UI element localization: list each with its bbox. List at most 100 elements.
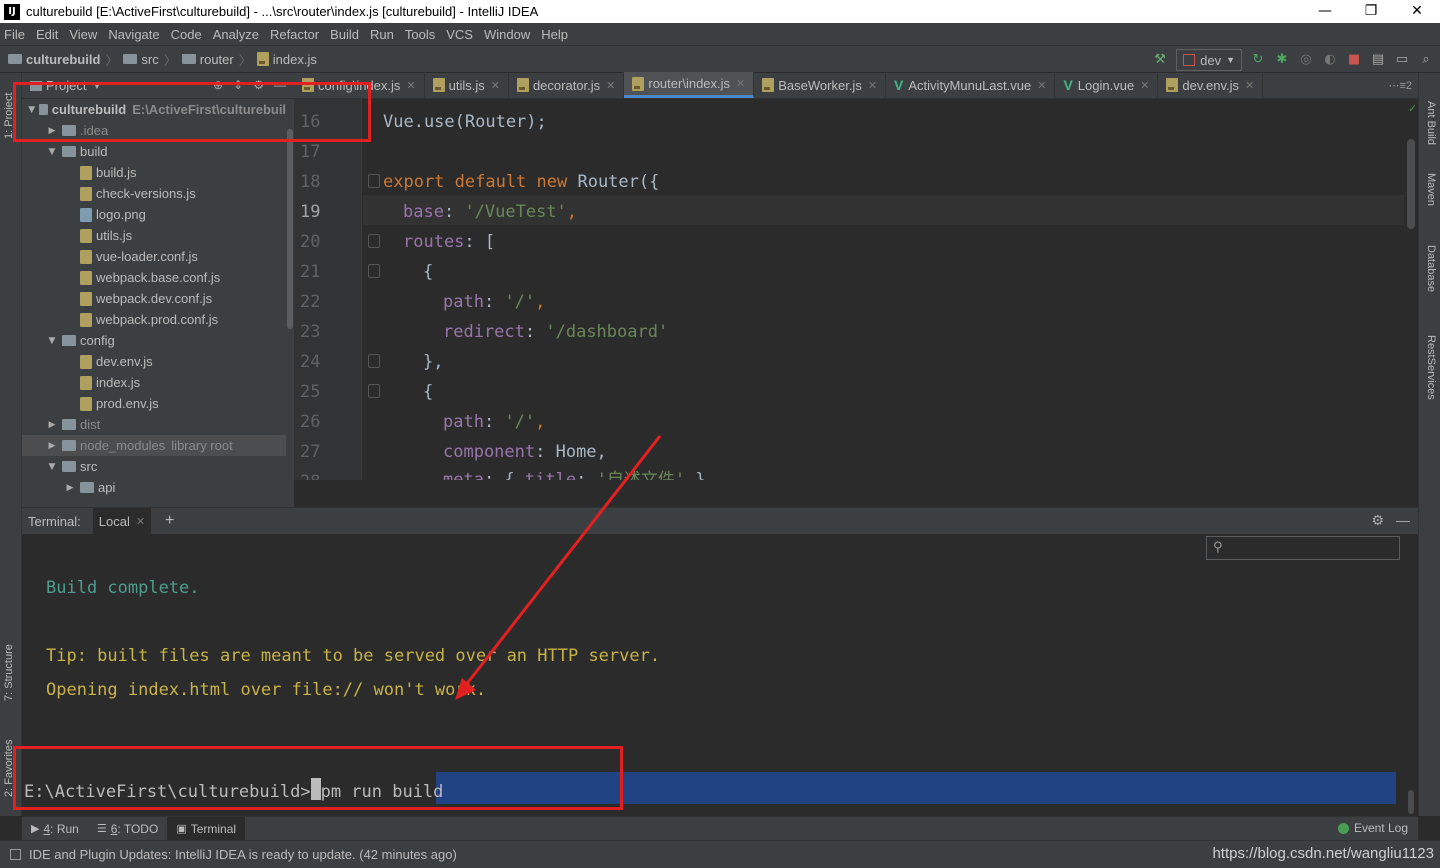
maven-tool-button[interactable]: Maven: [1425, 173, 1437, 206]
maximize-button[interactable]: ❐: [1348, 0, 1394, 23]
close-icon[interactable]: ✕: [1245, 79, 1254, 92]
ant-build-tool-button[interactable]: Ant Build: [1425, 101, 1437, 145]
menu-code[interactable]: Code: [171, 27, 202, 42]
fold-marker-icon[interactable]: [368, 234, 380, 248]
tree-item-utils-js[interactable]: utils.js: [22, 225, 294, 246]
project-structure-icon[interactable]: ▤: [1370, 52, 1386, 68]
editor-terminal-splitter[interactable]: [294, 480, 1418, 507]
close-icon[interactable]: ✕: [491, 79, 500, 92]
tree-item-webpack-base-conf-js[interactable]: webpack.base.conf.js: [22, 267, 294, 288]
project-scrollbar[interactable]: [286, 99, 294, 507]
editor-tab-router-index-js[interactable]: router\index.js ✕: [624, 72, 755, 98]
tabs-overflow-button[interactable]: ⋯≡2: [1388, 79, 1412, 92]
close-icon[interactable]: ✕: [1037, 79, 1046, 92]
code-editor[interactable]: 16171819202122232425262728 Vue.use(Route…: [294, 99, 1418, 480]
minimize-button[interactable]: —: [1302, 0, 1348, 23]
terminal-tab-local[interactable]: Local ✕: [92, 507, 152, 535]
expand-arrow-icon[interactable]: ▼: [46, 147, 58, 157]
editor-tab-utils-js[interactable]: utils.js ✕: [425, 72, 509, 98]
fold-marker-icon[interactable]: [368, 384, 380, 398]
expand-arrow-icon[interactable]: ▼: [46, 462, 58, 472]
run-tool-button[interactable]: ▶ 4: Run: [22, 817, 88, 841]
tree-item-prod-env-js[interactable]: prod.env.js: [22, 393, 294, 414]
editor-tab-baseworker-js[interactable]: BaseWorker.js ✕: [754, 72, 887, 98]
code-text: : {: [483, 470, 525, 480]
editor-tab-decorator-js[interactable]: decorator.js ✕: [509, 72, 625, 98]
breadcrumb-project[interactable]: culturebuild: [26, 52, 100, 67]
fold-marker-icon[interactable]: [368, 354, 380, 368]
fold-marker-icon[interactable]: [368, 174, 380, 188]
menu-help[interactable]: Help: [541, 27, 568, 42]
tree-item-dist[interactable]: ▶ dist: [22, 414, 294, 435]
breadcrumb-file[interactable]: index.js: [273, 52, 317, 67]
stop-icon[interactable]: ■: [1346, 52, 1362, 68]
menu-refactor[interactable]: Refactor: [270, 27, 319, 42]
event-log-button[interactable]: Event Log: [1337, 821, 1408, 835]
breadcrumb-src[interactable]: src: [141, 52, 158, 67]
close-button[interactable]: ✕: [1394, 0, 1440, 23]
close-icon[interactable]: ✕: [868, 79, 877, 92]
rerun-icon[interactable]: ↻: [1250, 52, 1266, 68]
rest-services-tool-button[interactable]: RestServices: [1425, 335, 1437, 400]
editor-tab-login-vue[interactable]: V Login.vue ✕: [1055, 72, 1159, 98]
menu-run[interactable]: Run: [370, 27, 394, 42]
breadcrumb-router[interactable]: router: [200, 52, 234, 67]
close-icon[interactable]: ✕: [136, 515, 145, 528]
tree-item-build-js[interactable]: build.js: [22, 162, 294, 183]
tree-item-webpack-prod-conf-js[interactable]: webpack.prod.conf.js: [22, 309, 294, 330]
tree-item-api[interactable]: ▶ api: [22, 477, 294, 498]
tree-item-webpack-dev-conf-js[interactable]: webpack.dev.conf.js: [22, 288, 294, 309]
menu-tools[interactable]: Tools: [405, 27, 435, 42]
terminal-tool-button[interactable]: ▣ Terminal: [167, 816, 246, 841]
menu-window[interactable]: Window: [484, 27, 530, 42]
menu-file[interactable]: File: [4, 27, 25, 42]
scrollbar-thumb[interactable]: [1407, 139, 1415, 229]
coverage-icon[interactable]: ◎: [1298, 52, 1314, 68]
editor-scrollbar[interactable]: [1404, 99, 1418, 480]
database-tool-button[interactable]: Database: [1425, 245, 1437, 292]
menu-view[interactable]: View: [69, 27, 97, 42]
tree-item-logo-png[interactable]: logo.png: [22, 204, 294, 225]
profile-icon[interactable]: ◐: [1322, 52, 1338, 68]
structure-tool-button[interactable]: 7: Structure: [3, 644, 15, 701]
editor-tab-dev-env-js[interactable]: dev.env.js ✕: [1158, 72, 1264, 98]
tree-item-index-js[interactable]: index.js: [22, 372, 294, 393]
layout-icon[interactable]: ▭: [1394, 52, 1410, 68]
menu-analyze[interactable]: Analyze: [213, 27, 259, 42]
close-icon[interactable]: ✕: [736, 77, 745, 90]
editor-tab-activitymunulast-vue[interactable]: V ActivityMunuLast.vue ✕: [886, 72, 1056, 98]
debug-bug-icon[interactable]: ✱: [1274, 52, 1290, 68]
terminal-search-field[interactable]: ⚲: [1206, 536, 1400, 560]
tree-item-src[interactable]: ▼ src: [22, 456, 294, 477]
menu-build[interactable]: Build: [330, 27, 359, 42]
run-config-dropdown[interactable]: dev ▼: [1176, 49, 1242, 71]
menu-navigate[interactable]: Navigate: [108, 27, 159, 42]
gear-icon[interactable]: ⚙: [1371, 512, 1384, 529]
scrollbar-thumb[interactable]: [287, 129, 293, 329]
collapse-arrow-icon[interactable]: ▶: [46, 420, 58, 430]
terminal-scrollbar[interactable]: [1408, 790, 1414, 814]
tree-item-build[interactable]: ▼ build: [22, 141, 294, 162]
tree-item-config[interactable]: ▼ config: [22, 330, 294, 351]
status-message[interactable]: IDE and Plugin Updates: IntelliJ IDEA is…: [29, 847, 457, 862]
expand-arrow-icon[interactable]: ▼: [46, 336, 58, 346]
close-icon[interactable]: ✕: [406, 79, 415, 92]
fold-marker-icon[interactable]: [368, 264, 380, 278]
search-everywhere-icon[interactable]: ⌕: [1418, 52, 1434, 68]
tree-item-dev-env-js[interactable]: dev.env.js: [22, 351, 294, 372]
hide-icon[interactable]: —: [1396, 512, 1410, 529]
inspection-ok-icon[interactable]: ✓: [1409, 101, 1416, 115]
hammer-build-icon[interactable]: ⚒: [1152, 52, 1168, 68]
collapse-arrow-icon[interactable]: ▶: [64, 483, 76, 493]
tree-item-node-modules[interactable]: ▶ node_modules library root: [22, 435, 294, 456]
menu-edit[interactable]: Edit: [36, 27, 58, 42]
todo-tool-button[interactable]: ☰ 6: TODO: [88, 817, 167, 841]
collapse-arrow-icon[interactable]: ▶: [46, 441, 58, 451]
menu-vcs[interactable]: VCS: [446, 27, 473, 42]
toggle-tool-windows-icon[interactable]: [10, 849, 21, 860]
new-terminal-button[interactable]: +: [165, 512, 174, 530]
tree-item-check-versions-js[interactable]: check-versions.js: [22, 183, 294, 204]
tree-item-vue-loader-conf-js[interactable]: vue-loader.conf.js: [22, 246, 294, 267]
close-icon[interactable]: ✕: [606, 79, 615, 92]
close-icon[interactable]: ✕: [1140, 79, 1149, 92]
